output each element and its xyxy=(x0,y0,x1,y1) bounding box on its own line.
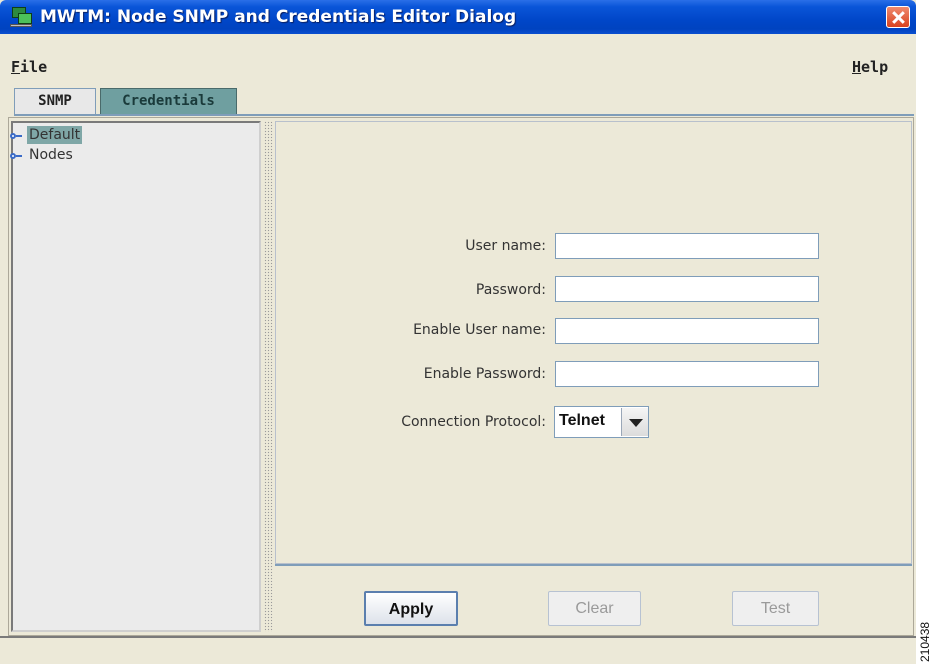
tree-item-label: Default xyxy=(27,126,83,144)
tree-item-label: Nodes xyxy=(29,147,73,163)
connection-protocol-value: Telnet xyxy=(559,412,605,429)
apply-button[interactable]: Apply xyxy=(364,591,458,626)
form-divider xyxy=(275,564,912,566)
enable-user-name-field[interactable] xyxy=(555,318,819,344)
title-bar[interactable]: MWTM: Node SNMP and Credentials Editor D… xyxy=(0,0,916,34)
menu-help[interactable]: Help xyxy=(852,58,888,76)
dropdown-button[interactable] xyxy=(621,408,648,436)
test-button[interactable]: Test xyxy=(732,591,819,626)
figure-id: 210438 xyxy=(918,621,932,662)
connection-protocol-label: Connection Protocol: xyxy=(401,414,546,430)
tab-underline xyxy=(14,114,914,116)
tab-credentials[interactable]: Credentials xyxy=(100,88,237,114)
chevron-down-icon xyxy=(629,419,643,427)
enable-password-field[interactable] xyxy=(555,361,819,387)
clear-button[interactable]: Clear xyxy=(548,591,641,626)
tab-strip: SNMP Credentials xyxy=(0,86,916,114)
status-bar-content xyxy=(8,640,908,664)
network-monitor-icon xyxy=(10,7,32,27)
tree-node-icon xyxy=(10,152,22,160)
status-bar xyxy=(0,636,916,664)
connection-protocol-select[interactable]: Telnet xyxy=(554,406,649,438)
user-name-field[interactable] xyxy=(555,233,819,259)
window-title: MWTM: Node SNMP and Credentials Editor D… xyxy=(40,7,517,27)
close-icon[interactable] xyxy=(886,6,910,28)
tab-snmp[interactable]: SNMP xyxy=(14,88,96,114)
menu-bar: File Help xyxy=(0,34,916,82)
password-field[interactable] xyxy=(555,276,819,302)
menu-file[interactable]: File xyxy=(11,58,47,76)
user-name-label: User name: xyxy=(465,238,546,254)
node-tree-panel[interactable] xyxy=(11,121,261,632)
dialog-window: MWTM: Node SNMP and Credentials Editor D… xyxy=(0,0,916,664)
split-pane-divider[interactable] xyxy=(264,121,273,632)
password-label: Password: xyxy=(475,282,546,298)
enable-password-label: Enable Password: xyxy=(423,366,546,382)
enable-user-name-label: Enable User name: xyxy=(413,322,546,338)
tree-node-icon xyxy=(10,132,22,140)
